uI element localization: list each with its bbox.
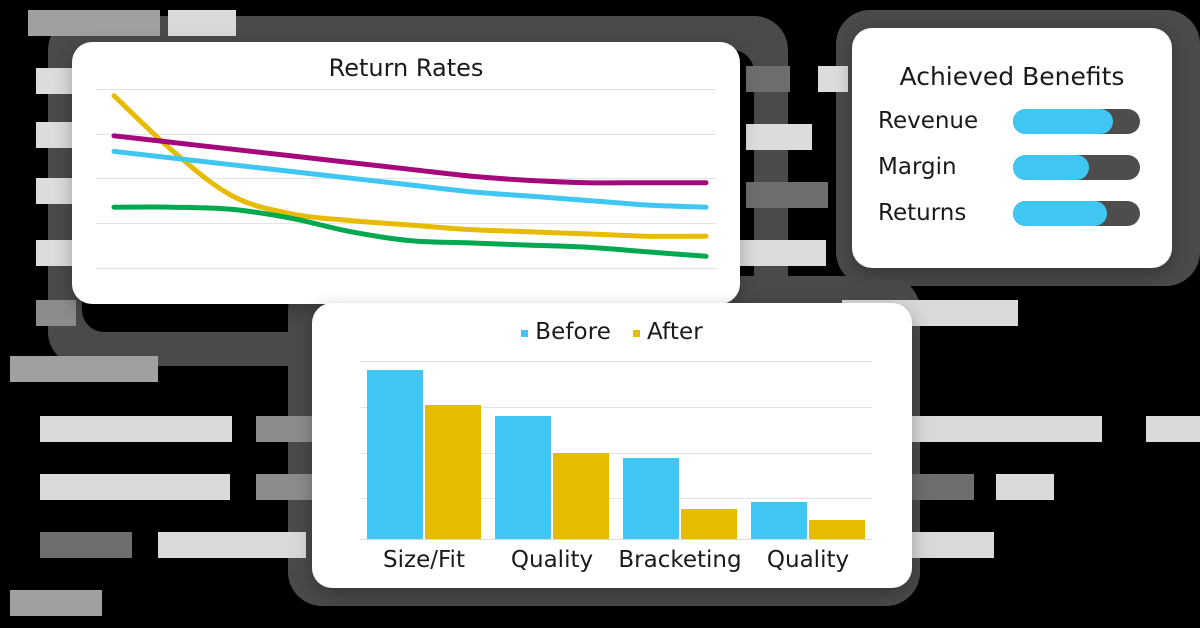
decoration-block [10,356,158,382]
legend-item-before[interactable]: Before [521,319,611,345]
legend-item-after[interactable]: After [633,319,703,345]
bar-before-3[interactable] [623,458,679,539]
decoration-block [36,178,76,204]
line-series-4 [111,204,709,259]
benefit-progress-fill-revenue [1013,108,1114,134]
decoration-block [36,122,76,148]
decoration-block [996,474,1054,500]
decoration-block [40,532,132,558]
decoration-block [912,474,974,500]
legend-swatch-before [521,329,529,337]
screenshot-root: Return Rates Achieved Benefits Revenue Ma… [0,0,1200,628]
decoration-block [168,10,236,36]
decoration-block [36,240,76,266]
line-series-1 [111,93,709,239]
benefit-row-returns: Returns [878,200,1140,226]
before-after-barchart [360,353,872,540]
decoration-block [36,300,76,326]
benefit-progress-track-margin[interactable] [1013,154,1140,180]
decoration-block [746,66,790,92]
bar-after-1[interactable] [425,405,481,539]
benefit-progress-fill-returns [1013,200,1107,226]
bar-group [360,353,872,539]
benefit-row-margin: Margin [878,154,1140,180]
line-series-3 [111,148,709,210]
barchart-baseline [360,539,872,540]
decoration-block [36,68,76,94]
benefit-label-returns: Returns [878,200,967,226]
category-label-3: Bracketing [618,547,742,573]
bar-after-4[interactable] [809,520,865,539]
benefit-label-margin: Margin [878,154,957,180]
decoration-block [1146,416,1200,442]
achieved-benefits-card: Achieved Benefits Revenue Margin Returns [852,28,1172,268]
benefit-row-revenue: Revenue [878,108,1140,134]
decoration-block [746,182,828,208]
legend-label-before: Before [535,319,612,345]
bar-before-2[interactable] [495,416,551,539]
decoration-block [912,416,1102,442]
benefit-progress-fill-margin [1013,154,1090,180]
return-rates-linechart [96,74,716,296]
benefit-progress-track-returns[interactable] [1013,200,1140,226]
decoration-block [912,532,994,558]
legend-label-after: After [647,319,703,345]
category-label-2: Quality [510,547,594,573]
before-after-card: Before After Size/Fit Quality Bracketing Qu… [312,303,912,588]
decoration-block [158,532,306,558]
decoration-block [40,416,232,442]
bar-before-4[interactable] [751,502,807,539]
decoration-block [818,66,848,92]
legend-swatch-after [633,329,641,337]
bar-before-1[interactable] [367,370,423,539]
category-label-1: Size/Fit [383,547,465,573]
achieved-benefits-title: Achieved Benefits [899,62,1125,91]
decoration-block [10,590,102,616]
category-label-4: Quality [766,547,850,573]
decoration-block [40,474,230,500]
decoration-block [740,240,826,266]
return-rates-card: Return Rates [72,42,740,304]
bar-after-2[interactable] [553,453,609,539]
bar-chart-legend: Before After [312,319,912,345]
decoration-block [28,10,160,36]
bar-after-3[interactable] [681,509,737,539]
return-rates-lines [111,93,709,259]
decoration-block [746,124,812,150]
barchart-category-labels: Size/Fit Quality Bracketing Quality [360,547,872,573]
benefit-progress-track-revenue[interactable] [1013,108,1140,134]
benefit-label-revenue: Revenue [878,108,979,134]
